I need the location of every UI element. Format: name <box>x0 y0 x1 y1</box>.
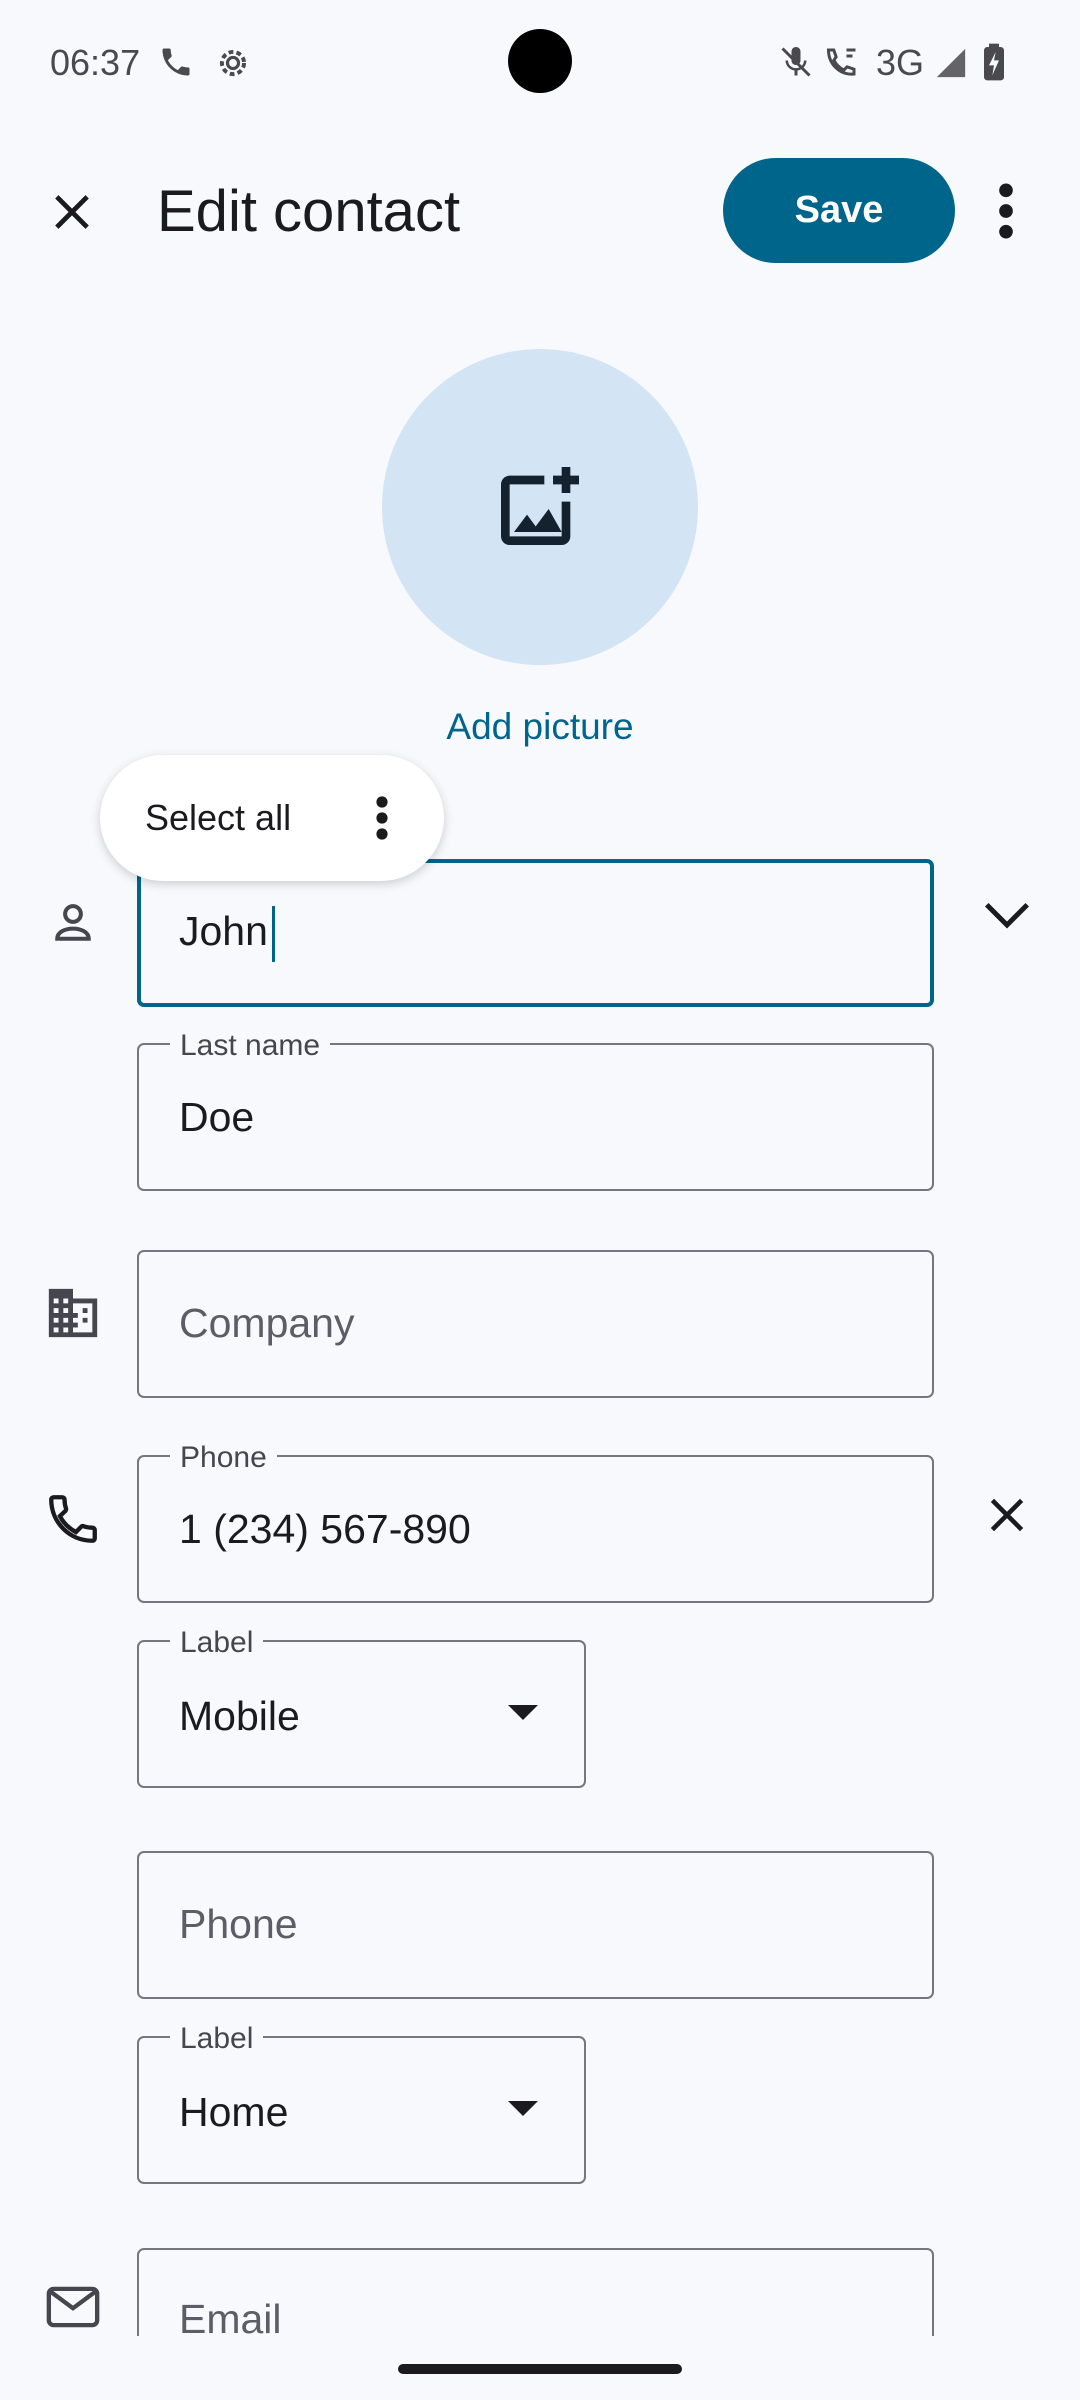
more-vert-icon[interactable] <box>374 794 390 842</box>
battery-charging-icon <box>980 42 1008 82</box>
last-name-field[interactable] <box>137 1043 934 1191</box>
person-icon <box>46 896 100 950</box>
gesture-navigation-bar[interactable] <box>398 2364 682 2374</box>
phone-type-label-2: Label <box>170 2022 264 2056</box>
settings-gear-icon <box>214 44 252 82</box>
front-camera <box>508 29 572 93</box>
phone-type-label: Label <box>170 1626 264 1660</box>
email-icon <box>44 2284 102 2330</box>
phone-type-value-2: Home <box>179 2089 289 2135</box>
text-cursor <box>272 906 275 962</box>
phone-placeholder: Phone <box>179 1901 298 1947</box>
mute-icon <box>778 44 814 80</box>
email-placeholder: Email <box>179 2296 282 2336</box>
phone-type-value: Mobile <box>179 1693 300 1739</box>
dropdown-arrow-icon <box>508 2101 538 2117</box>
last-name-value: Doe <box>179 1094 255 1140</box>
phone-icon <box>44 1490 102 1548</box>
dropdown-arrow-icon <box>508 1705 538 1721</box>
more-vert-icon[interactable] <box>986 180 1026 242</box>
chevron-down-icon[interactable] <box>980 896 1034 936</box>
network-type: 3G <box>876 42 925 83</box>
signal-icon <box>934 46 968 80</box>
page-title: Edit contact <box>157 179 461 244</box>
phone-label: Phone <box>170 1441 277 1475</box>
last-name-label: Last name <box>170 1029 331 1063</box>
close-icon[interactable] <box>46 186 98 238</box>
select-all-button[interactable]: Select all <box>145 797 291 839</box>
add-picture-link[interactable]: Add picture <box>0 706 1080 748</box>
first-name-value: John <box>179 908 268 954</box>
status-time: 06:37 <box>50 42 141 83</box>
email-field[interactable]: Email <box>137 2248 934 2336</box>
phone-value: 1 (234) 567-890 <box>179 1506 471 1552</box>
save-button[interactable]: Save <box>723 158 955 263</box>
wifi-calling-icon <box>824 44 860 80</box>
phone-icon <box>158 44 194 80</box>
add-photo-icon <box>488 454 592 558</box>
company-building-icon <box>44 1286 102 1340</box>
remove-phone-icon[interactable] <box>982 1490 1032 1540</box>
company-placeholder: Company <box>179 1300 355 1346</box>
